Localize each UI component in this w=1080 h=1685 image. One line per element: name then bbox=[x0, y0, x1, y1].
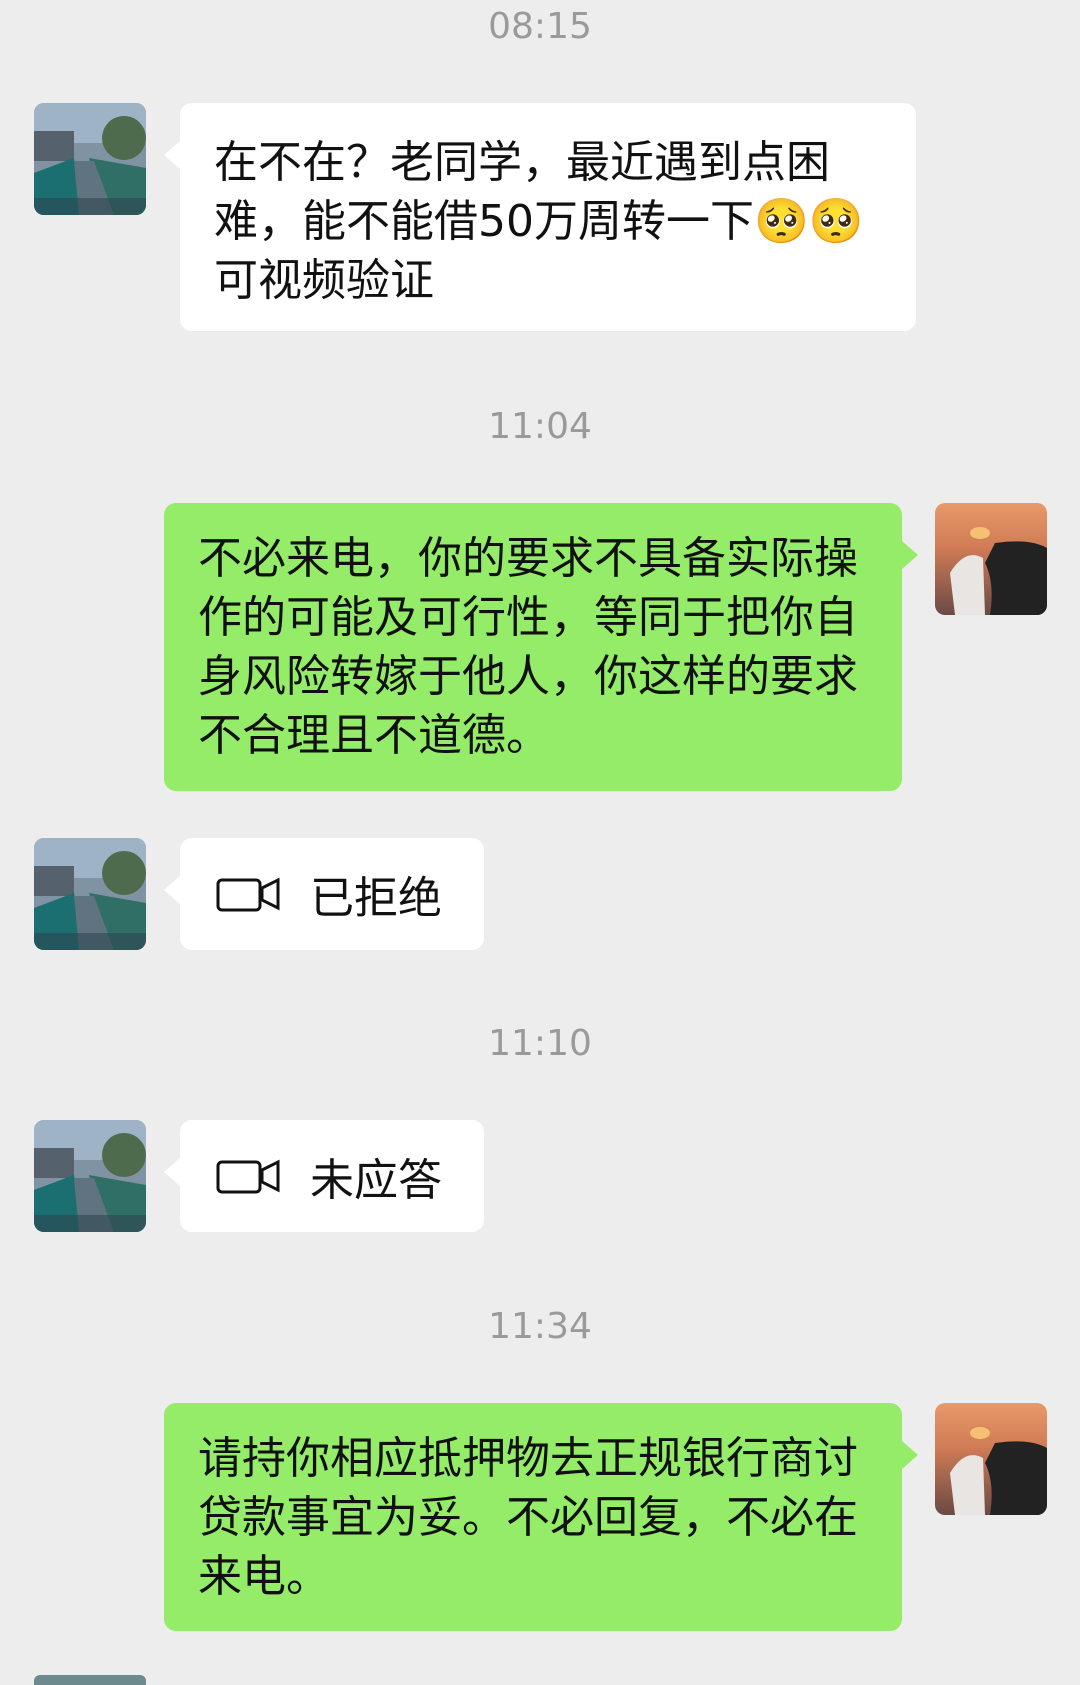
user-avatar[interactable] bbox=[935, 503, 1047, 615]
user-avatar[interactable] bbox=[935, 1403, 1047, 1515]
canal-photo-icon bbox=[34, 1120, 146, 1232]
timestamp: 11:10 bbox=[488, 1023, 592, 1064]
contact-avatar-partial bbox=[34, 1675, 146, 1685]
call-status-label: 已拒绝 bbox=[310, 873, 442, 924]
contact-avatar[interactable] bbox=[34, 103, 146, 215]
call-status-label: 未应答 bbox=[310, 1155, 442, 1206]
timestamp: 11:04 bbox=[488, 406, 592, 447]
canal-photo-icon bbox=[34, 838, 146, 950]
incoming-message[interactable]: 在不在？老同学，最近遇到点困难，能不能借50万周转一下🥺🥺可视频验证 bbox=[164, 103, 916, 331]
video-camera-icon bbox=[216, 877, 280, 912]
outgoing-message[interactable]: 不必来电，你的要求不具备实际操作的可能及可行性，等同于把你自身风险转嫁于他人，你… bbox=[164, 503, 918, 791]
horse-sunset-photo-icon bbox=[935, 503, 1047, 615]
video-call-record[interactable]: 未应答 bbox=[164, 1120, 484, 1232]
video-camera-icon bbox=[216, 1159, 280, 1194]
contact-avatar[interactable] bbox=[34, 838, 146, 950]
timestamp: 08:15 bbox=[488, 6, 592, 47]
video-call-record[interactable]: 已拒绝 bbox=[164, 838, 484, 950]
canal-photo-icon bbox=[34, 103, 146, 215]
outgoing-message[interactable]: 请持你相应抵押物去正规银行商讨贷款事宜为妥。不必回复，不必在来电。 bbox=[164, 1403, 918, 1631]
timestamp: 11:34 bbox=[488, 1306, 592, 1347]
contact-avatar[interactable] bbox=[34, 1120, 146, 1232]
horse-sunset-photo-icon bbox=[935, 1403, 1047, 1515]
